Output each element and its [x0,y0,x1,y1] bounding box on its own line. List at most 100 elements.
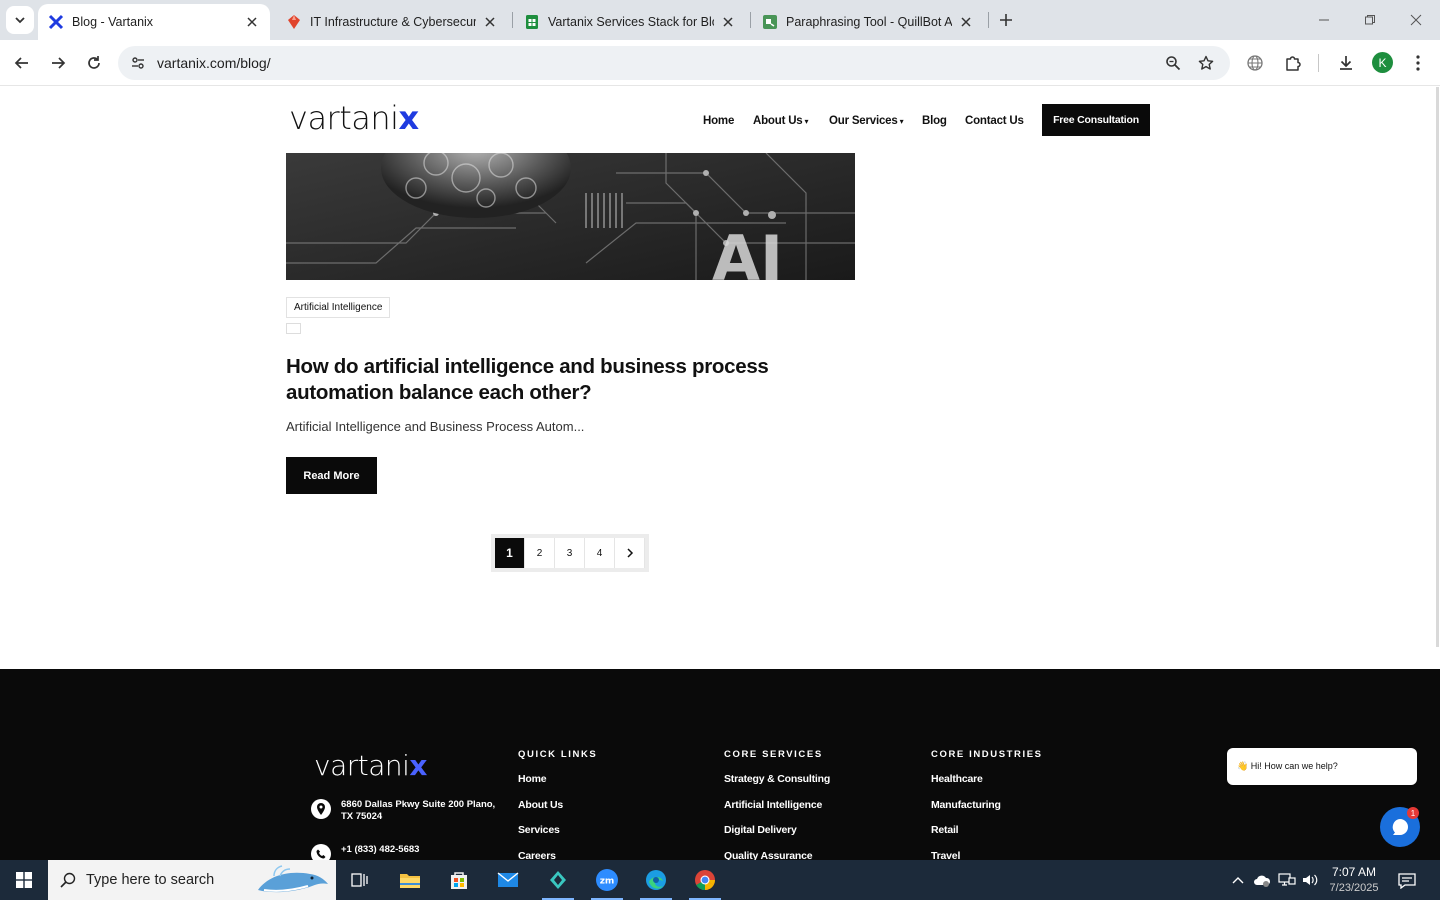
download-icon[interactable] [1332,49,1360,77]
close-icon[interactable] [958,14,974,30]
footer-link-ai[interactable]: Artificial Intelligence [724,799,830,825]
address-text: 6860 Dallas Pkwy Suite 200 Plano, TX 750… [341,799,496,822]
tab-services-stack[interactable]: Vartanix Services Stack for Blog [514,4,746,40]
close-icon[interactable] [244,14,260,30]
volume-icon[interactable] [1300,870,1320,890]
file-explorer-app[interactable] [386,860,434,900]
nav-our-services[interactable]: Our Services ▾ [829,115,904,127]
footer-link-qa[interactable]: Quality Assurance [724,850,830,861]
chevron-down-icon [15,17,25,24]
footer-link-home[interactable]: Home [518,773,597,799]
restore-button[interactable] [1358,8,1382,32]
category-tag[interactable]: Artificial Intelligence [286,297,391,318]
footer-link-manufacturing[interactable]: Manufacturing [931,799,1043,825]
page-1[interactable]: 1 [495,538,525,568]
minimize-button[interactable] [1312,8,1336,32]
page-3[interactable]: 3 [555,538,585,568]
footer-link-healthcare[interactable]: Healthcare [931,773,1043,799]
footer-link-about[interactable]: About Us [518,799,597,825]
address-bar[interactable]: vartanix.com/blog/ [118,46,1230,80]
url-text[interactable]: vartanix.com/blog/ [157,55,271,71]
task-view-button[interactable] [336,860,384,900]
quick-links-column: QUICK LINKS Home About Us Services Caree… [518,749,597,860]
footer-link-services[interactable]: Services [518,824,597,850]
footer-link-retail[interactable]: Retail [931,824,1043,850]
toolbar-divider [1318,54,1319,72]
page-scrollbar[interactable] [1436,87,1439,647]
bookmark-star-icon[interactable] [1194,51,1218,75]
store-app[interactable] [435,860,483,900]
tab-strip: Blog - Vartanix IT Infrastructure & Cybe… [0,0,1440,40]
tab-it-infrastructure[interactable]: IT Infrastructure & Cybersecurit [276,4,508,40]
post-hero-image[interactable]: AI [286,153,855,280]
footer-link-digital-delivery[interactable]: Digital Delivery [724,824,830,850]
task-view-icon [351,873,368,887]
logo-text: vartani [314,749,410,782]
edge-icon [646,870,666,890]
store-bag-icon [451,872,467,889]
profile-avatar[interactable]: K [1372,52,1393,73]
notification-center-icon[interactable] [1396,870,1418,892]
mail-app[interactable] [484,860,532,900]
nav-label: Home [703,115,735,127]
core-industries-heading: CORE INDUSTRIES [931,749,1043,760]
footer-link-careers[interactable]: Careers [518,850,597,861]
diamond-app[interactable] [534,860,582,900]
nav-about-us[interactable]: About Us ▾ [753,115,809,127]
forward-button[interactable] [44,49,72,77]
mail-icon [497,872,519,887]
sheets-icon [524,14,540,30]
zoom-app[interactable]: zm [583,860,631,900]
nav-label: Blog [922,115,947,127]
svg-text:AI: AI [712,222,783,280]
free-consultation-button[interactable]: Free Consultation [1042,104,1150,136]
footer-logo[interactable]: vartanix [314,749,427,782]
tab-title: Paraphrasing Tool - QuillBot AI [786,15,952,29]
nav-label: About Us [753,115,803,127]
taskbar-clock[interactable]: 7:07 AM 7/23/2025 [1322,864,1386,896]
footer-link-travel[interactable]: Travel [931,850,1043,861]
start-button[interactable] [0,860,48,900]
next-page-button[interactable] [615,538,645,568]
chrome-app[interactable] [681,860,729,900]
reload-button[interactable] [80,49,108,77]
location-pin-icon [311,799,331,819]
zoom-icon[interactable] [1161,51,1185,75]
nav-contact-us[interactable]: Contact Us [965,115,1024,127]
extensions-puzzle-icon[interactable] [1279,49,1307,77]
edge-app[interactable] [632,860,680,900]
chat-greeting-bubble[interactable]: 👋 Hi! How can we help? [1227,748,1417,785]
read-more-button[interactable]: Read More [286,457,377,494]
pagination: 1 2 3 4 [491,534,649,572]
translate-globe-icon[interactable] [1241,49,1269,77]
back-button[interactable] [8,49,36,77]
post-title[interactable]: How do artificial intelligence and busin… [286,354,806,406]
tray-chevron-up-icon[interactable] [1228,870,1248,890]
network-icon[interactable] [1277,870,1297,890]
page-2[interactable]: 2 [525,538,555,568]
chevron-down-icon: ▾ [899,117,904,126]
close-window-button[interactable] [1404,8,1428,32]
taskbar-search[interactable]: Type here to search [48,860,336,900]
tab-search-button[interactable] [6,6,34,34]
new-tab-button[interactable] [994,8,1018,32]
nav-home[interactable]: Home [703,115,734,127]
footer-phone[interactable]: +1 (833) 482-5683 [311,844,419,860]
close-icon[interactable] [720,14,736,30]
site-logo[interactable]: vartanix [289,99,419,137]
search-placeholder: Type here to search [86,872,215,888]
menu-kebab-icon[interactable] [1404,49,1432,77]
chat-icon [1392,819,1408,835]
page-4[interactable]: 4 [585,538,615,568]
nav-blog[interactable]: Blog [922,115,947,127]
site-info-icon[interactable] [126,51,150,75]
logo-accent: x [398,99,420,137]
footer-link-strategy[interactable]: Strategy & Consulting [724,773,830,799]
arrow-left-icon [14,57,28,69]
chat-unread-badge: 1 [1407,807,1419,819]
tab-blog-vartanix[interactable]: Blog - Vartanix [38,4,270,40]
tab-quillbot[interactable]: Paraphrasing Tool - QuillBot AI [752,4,984,40]
core-industries-column: CORE INDUSTRIES Healthcare Manufacturing… [931,749,1043,860]
onedrive-cloud-icon[interactable] [1252,870,1272,890]
close-icon[interactable] [482,14,498,30]
